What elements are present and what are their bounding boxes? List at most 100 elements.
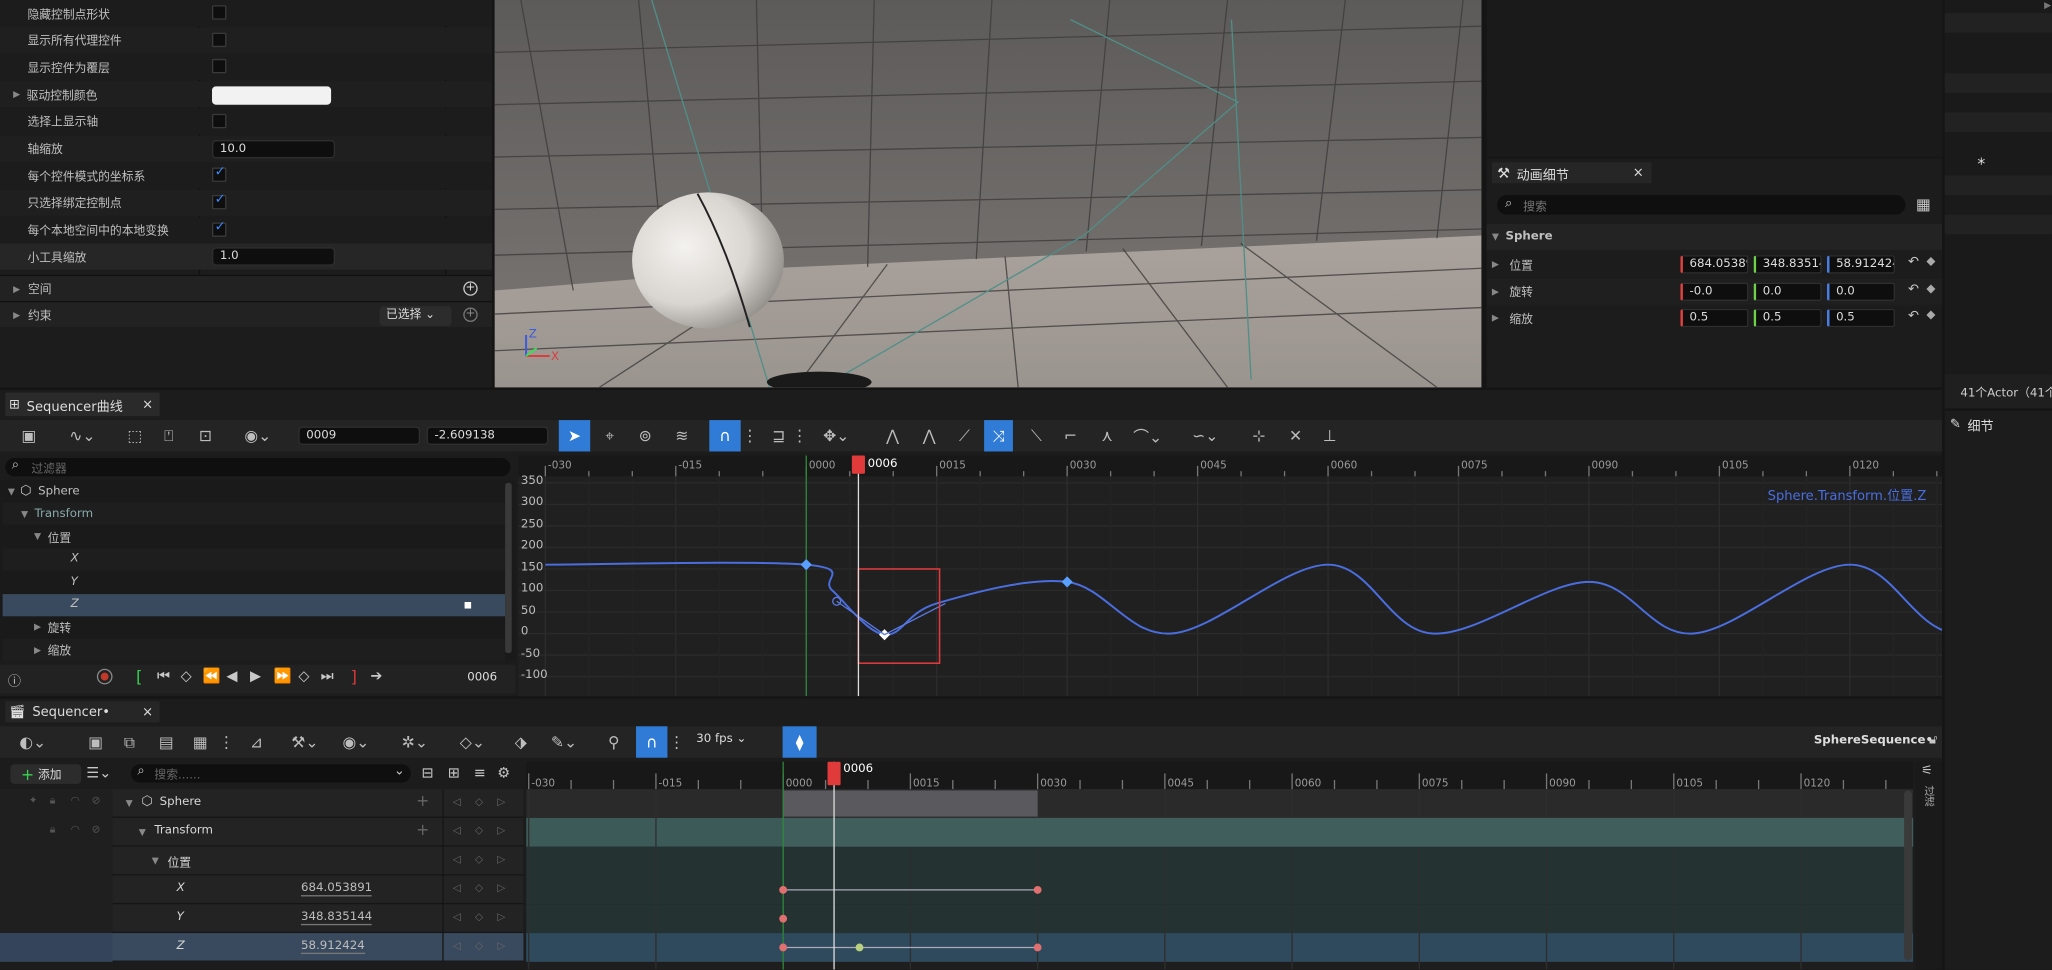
keyframe-icon[interactable]: ◆ [1926, 255, 1935, 268]
curve-tree-item[interactable]: Y [2, 570, 506, 594]
sequencer-timeline[interactable]: -030 -015 0000 0015 0030 0045 0060 0075 0090 0105… [526, 761, 1914, 970]
tree-toggle-icon[interactable]: ▶ [34, 622, 41, 632]
sequencer-track-row[interactable]: Z 58.912424 ◁ ◇ ▷ [0, 933, 524, 962]
prev-key-icon[interactable]: ◁ [453, 882, 461, 894]
mute-icon[interactable]: ⊘ [92, 823, 101, 835]
scale-icon[interactable]: ⊥ [1317, 420, 1343, 451]
tangent-linear-icon[interactable]: ⟍ [1023, 420, 1049, 451]
tangent-constant-icon[interactable]: ⌐ [1057, 420, 1083, 451]
fit-icon[interactable]: ⊡ [194, 420, 218, 451]
prev-key-icon[interactable]: ◁ [453, 853, 461, 865]
render-icon[interactable]: ▦ [188, 726, 212, 757]
expand-icon[interactable]: ▶ [1492, 259, 1499, 269]
add-track-icon[interactable]: + [416, 792, 429, 810]
mute-icon[interactable]: ⊘ [92, 794, 101, 806]
solo-icon[interactable]: ◠ [71, 823, 80, 835]
filter-icon[interactable]: ☰⌄ [86, 764, 111, 781]
jump-start-icon[interactable]: ⏮ [157, 667, 170, 685]
property-checkbox[interactable] [212, 113, 227, 128]
world-icon[interactable]: ◐⌄ [13, 726, 52, 757]
next-key-icon[interactable]: ▷ [497, 911, 505, 923]
next-key-icon[interactable]: ▷ [497, 796, 505, 808]
axis-snap-icon[interactable]: ⊒ [767, 420, 791, 451]
play-icon[interactable]: ▶ [250, 667, 261, 684]
track-value-input[interactable]: 348.835144 [300, 911, 373, 926]
property-number-input[interactable]: 1.0 [212, 247, 336, 267]
curve-key[interactable] [1061, 576, 1073, 588]
find-asset-icon[interactable]: ▤ [154, 726, 178, 757]
curve-editor-toggle-icon[interactable]: ⧫ [782, 726, 817, 758]
lock-icon[interactable]: 🔓︎ [1929, 733, 1937, 747]
add-button[interactable]: + 添加 [10, 764, 82, 784]
snap-icon[interactable]: ∩ [709, 420, 741, 452]
reduce-icon[interactable]: ✕ [1282, 420, 1308, 451]
keyframe[interactable] [779, 943, 788, 952]
focus-icon[interactable]: ⍞ [157, 420, 181, 451]
add-key-icon[interactable]: ◇ [475, 911, 483, 923]
curve-mode-icon[interactable]: ∿⌄ [60, 420, 104, 451]
keyframe-icon[interactable]: ◆ [1926, 309, 1935, 322]
curve-tree-item[interactable]: ▼ 位置 [2, 525, 506, 548]
curve-tree-item[interactable]: ▼ ⬡ Sphere [2, 480, 506, 503]
expand-icon[interactable]: ▶ [13, 310, 20, 320]
loop-icon[interactable]: ➔ [370, 667, 382, 684]
tangent-user-icon[interactable]: ⟋ [951, 420, 977, 451]
prev-key-icon[interactable]: ◁ [453, 940, 461, 952]
expand-icon[interactable]: ▶ [1492, 313, 1499, 323]
anim-search-input[interactable]: ⌕ 搜索 [1497, 194, 1906, 215]
curve-tree-item[interactable]: ▶ 旋转 [2, 616, 506, 639]
save-icon[interactable]: ▣ [84, 726, 108, 757]
close-icon[interactable]: × [142, 705, 153, 719]
sequencer-timeline-svg[interactable]: -030 -015 0000 0015 0030 0045 0060 0075 0090 0105… [526, 761, 1914, 970]
playhead-handle[interactable] [851, 455, 865, 474]
curve-tree-item[interactable]: X [2, 548, 506, 571]
viewport-scene[interactable]: Z X [494, 0, 1482, 388]
more-options-icon[interactable]: ⋮ [669, 726, 685, 757]
sequencer-track-row[interactable]: ▼ 位置 ◁ ◇ ▷ [0, 846, 524, 876]
track-value-input[interactable]: 684.053891 [300, 882, 373, 897]
expand-icon[interactable]: ▶ [1492, 286, 1499, 296]
curve-tree-item[interactable]: Z [2, 593, 506, 616]
settings-icon[interactable]: ⚙ [497, 764, 510, 781]
add-track-icon[interactable]: + [416, 821, 429, 839]
set-end-icon[interactable]: ] [351, 667, 357, 685]
anim-y-input[interactable]: 0.5 [1753, 309, 1822, 328]
anim-z-input[interactable]: 58.912424 [1826, 255, 1895, 274]
multiscale-tool-icon[interactable]: ≋ [667, 420, 696, 451]
value-input[interactable]: -2.609138 [426, 426, 549, 445]
curve-graph[interactable]: -030 -015 0000 0015 0030 0045 0060 0075 0090 0105… [518, 455, 1943, 697]
curve-graph-svg[interactable]: -030 -015 0000 0015 0030 0045 0060 0075 0090 0105… [518, 455, 1943, 697]
more-options-icon[interactable]: ⋮ [219, 726, 235, 757]
constraint-row[interactable]: ▶ 约束 已选择 ⌄ + [0, 300, 493, 328]
sequencer-search-input[interactable]: ⌕ 搜索...... ⌄ [130, 764, 411, 783]
property-checkbox[interactable] [212, 59, 227, 74]
property-checkbox[interactable] [212, 192, 227, 210]
reset-icon[interactable]: ↶ [1908, 309, 1919, 323]
playback-options-icon[interactable]: ✲⌄ [393, 726, 437, 757]
browse-icon[interactable]: ⧉ [118, 726, 142, 757]
add-key-icon[interactable]: ◇ [475, 796, 483, 808]
add-icon[interactable]: + [463, 307, 478, 322]
space-row[interactable]: ▶ 空间 + [0, 274, 493, 301]
frame-input[interactable]: 0009 [298, 426, 421, 445]
anim-object-header[interactable]: ▼ Sphere [1486, 223, 1943, 250]
table-view-icon[interactable]: ▦ [1916, 195, 1931, 213]
reset-icon[interactable]: ↶ [1908, 255, 1919, 269]
step-back-icon[interactable]: ⏪ [203, 667, 221, 684]
side-filter-text[interactable]: 过滤 [1922, 785, 1936, 806]
tree-toggle-icon[interactable]: ▼ [21, 509, 28, 519]
snap-icon[interactable]: ∩ [636, 726, 668, 758]
view-options-icon[interactable]: ◉⌄ [335, 726, 377, 757]
prev-key-icon[interactable]: ◁ [453, 796, 461, 808]
sliders-icon[interactable]: ⚟ [1921, 764, 1933, 778]
transform-section[interactable] [783, 817, 1914, 847]
sequencer-track-row[interactable]: 🔒︎ ◠ ⊘ ▼ Transform + ◁ ◇ ▷ [0, 817, 524, 847]
sequencer-track-row[interactable]: Y 348.835144 ◁ ◇ ▷ [0, 904, 524, 934]
tangent-weighted-icon[interactable]: ⋏ [1094, 420, 1120, 451]
anim-x-input[interactable]: -0.0 [1680, 282, 1749, 301]
next-key-icon[interactable]: ◇ [298, 667, 309, 684]
tangent-auto-icon[interactable]: ⋀ [879, 420, 905, 451]
collapse-icon[interactable]: ▼ [1492, 232, 1499, 242]
step-forward-icon[interactable]: ⏩ [274, 667, 292, 684]
pin-icon[interactable]: ✦ [29, 794, 38, 806]
